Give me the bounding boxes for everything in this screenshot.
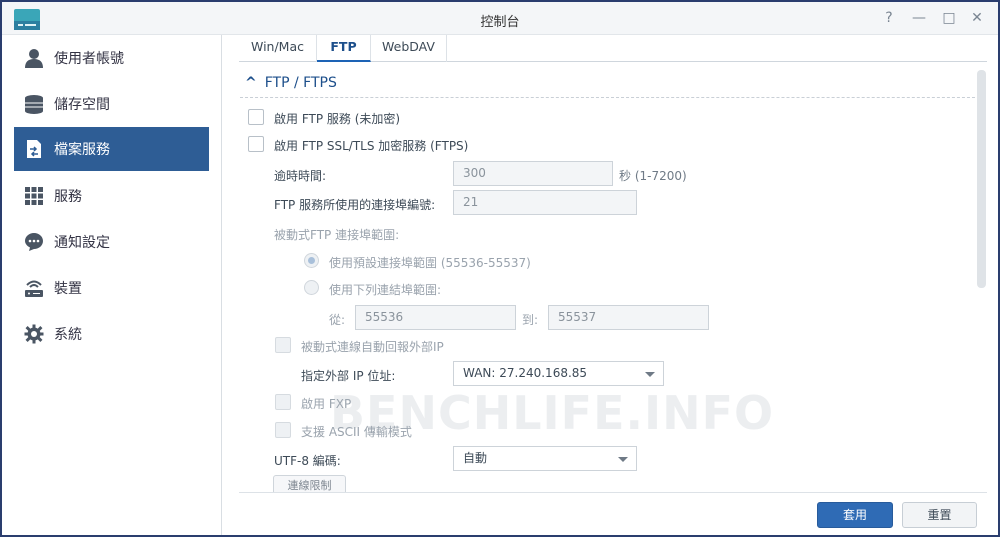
utf8-label: UTF-8 編碼: bbox=[274, 454, 341, 468]
enable-ftps-label: 啟用 FTP SSL/TLS 加密服務 (FTPS) bbox=[274, 139, 469, 153]
user-icon bbox=[22, 46, 46, 70]
help-button[interactable]: ? bbox=[882, 10, 896, 26]
utf8-select[interactable]: 自動 bbox=[453, 446, 637, 471]
tab-bar: Win/Mac FTP WebDAV bbox=[239, 35, 987, 62]
storage-icon bbox=[22, 92, 46, 116]
sidebar: 使用者帳號 儲存空間 檔案服務 服務 通知設定 裝置 系統 bbox=[2, 35, 222, 535]
chat-bubble-icon bbox=[22, 230, 46, 254]
connection-limit-button[interactable]: 連線限制 bbox=[273, 475, 346, 492]
enable-ftps-checkbox[interactable] bbox=[248, 136, 264, 152]
minimize-button[interactable]: — bbox=[912, 10, 926, 26]
chevron-down-icon bbox=[618, 457, 628, 462]
reset-button[interactable]: 重置 bbox=[902, 502, 977, 528]
sidebar-item-label: 系統 bbox=[54, 327, 82, 343]
sidebar-item-services[interactable]: 服務 bbox=[14, 174, 209, 218]
services-grid-icon bbox=[22, 184, 46, 208]
maximize-button[interactable]: □ bbox=[942, 10, 956, 26]
gear-icon bbox=[22, 322, 46, 346]
default-range-label: 使用預設連接埠範圍 (55536-55537) bbox=[329, 256, 531, 270]
sidebar-item-label: 使用者帳號 bbox=[54, 51, 124, 67]
utf8-value: 自動 bbox=[463, 451, 488, 465]
sidebar-item-system[interactable]: 系統 bbox=[14, 312, 209, 356]
timeout-unit: 秒 (1-7200) bbox=[619, 169, 687, 183]
section-header-ftp[interactable]: ^ FTP / FTPS bbox=[245, 75, 337, 91]
sidebar-item-label: 裝置 bbox=[54, 281, 82, 297]
file-services-icon bbox=[22, 137, 46, 161]
sidebar-item-file-services[interactable]: 檔案服務 bbox=[14, 127, 209, 171]
report-external-ip-label: 被動式連線自動回報外部IP bbox=[301, 340, 444, 354]
passive-range-label: 被動式FTP 連接埠範圍: bbox=[274, 228, 400, 242]
section-title: FTP / FTPS bbox=[264, 75, 337, 91]
range-to-input[interactable]: 55537 bbox=[548, 305, 709, 330]
window-title: 控制台 bbox=[480, 15, 520, 30]
title-bar: 控制台 ? — □ ✕ bbox=[2, 2, 998, 35]
sidebar-item-devices[interactable]: 裝置 bbox=[14, 266, 209, 310]
sidebar-item-label: 服務 bbox=[54, 189, 82, 205]
sidebar-item-label: 儲存空間 bbox=[54, 97, 110, 113]
default-range-radio[interactable] bbox=[304, 253, 319, 268]
sidebar-item-label: 通知設定 bbox=[54, 235, 110, 251]
enable-ftp-label: 啟用 FTP 服務 (未加密) bbox=[274, 112, 401, 126]
ascii-mode-checkbox[interactable] bbox=[275, 422, 291, 438]
external-ip-select[interactable]: WAN: 27.240.168.85 bbox=[453, 361, 664, 386]
sidebar-item-storage[interactable]: 儲存空間 bbox=[14, 82, 209, 126]
collapse-chevron-icon: ^ bbox=[245, 75, 257, 91]
timeout-input[interactable]: 300 bbox=[453, 161, 613, 186]
section-divider bbox=[240, 97, 985, 98]
custom-range-radio[interactable] bbox=[304, 280, 319, 295]
timeout-label: 逾時時間: bbox=[274, 169, 327, 183]
sidebar-item-notifications[interactable]: 通知設定 bbox=[14, 220, 209, 264]
sidebar-item-user-accounts[interactable]: 使用者帳號 bbox=[14, 36, 209, 80]
chevron-down-icon bbox=[645, 372, 655, 377]
tab-webdav[interactable]: WebDAV bbox=[371, 35, 447, 62]
enable-ftp-checkbox[interactable] bbox=[248, 109, 264, 125]
enable-fxp-checkbox[interactable] bbox=[275, 394, 291, 410]
apply-button[interactable]: 套用 bbox=[817, 502, 893, 528]
external-ip-label: 指定外部 IP 位址: bbox=[301, 369, 396, 383]
benchlife-watermark: BENCHLIFE.INFO bbox=[330, 386, 775, 440]
report-external-ip-checkbox[interactable] bbox=[275, 337, 291, 353]
range-to-label: 到: bbox=[522, 313, 539, 327]
vertical-scrollbar[interactable] bbox=[977, 70, 986, 288]
external-ip-value: WAN: 27.240.168.85 bbox=[463, 366, 588, 380]
router-icon bbox=[22, 276, 46, 300]
port-input[interactable]: 21 bbox=[453, 190, 637, 215]
range-from-input[interactable]: 55536 bbox=[355, 305, 516, 330]
sidebar-item-label: 檔案服務 bbox=[54, 142, 110, 158]
range-from-label: 從: bbox=[329, 313, 346, 327]
close-button[interactable]: ✕ bbox=[970, 10, 984, 26]
footer-divider bbox=[239, 492, 987, 493]
tab-ftp[interactable]: FTP bbox=[317, 35, 371, 62]
tab-win-mac[interactable]: Win/Mac bbox=[239, 35, 317, 62]
custom-range-label: 使用下列連結埠範圍: bbox=[329, 283, 442, 297]
port-label: FTP 服務所使用的連接埠編號: bbox=[274, 198, 436, 212]
